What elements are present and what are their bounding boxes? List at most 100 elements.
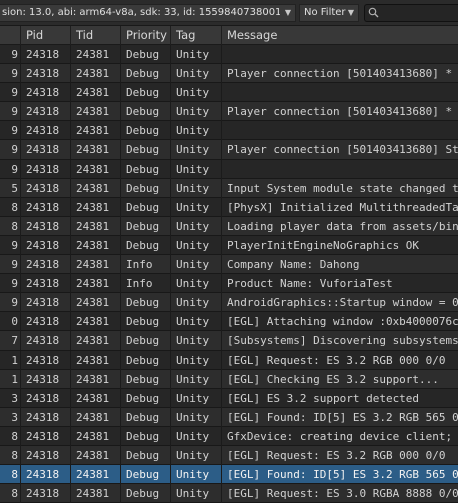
column-header-tag[interactable]: Tag: [171, 26, 222, 45]
log-row[interactable]: 3 24318 24381 Debug Unity [EGL] ES 3.2 suppor…: [0, 388, 458, 408]
log-row[interactable]: 8 24318 24381 Debug Unity Loading player data…: [0, 216, 458, 236]
log-priority-cell: Info: [121, 255, 171, 275]
log-time-cell: 0: [0, 312, 21, 332]
log-tag-cell: Unity: [171, 293, 222, 313]
log-row[interactable]: 9 24318 24381 Debug Unity PlayerInitEngineNoG…: [0, 235, 458, 256]
log-row[interactable]: 9 24318 24381 Debug Unity Player connection […: [0, 140, 458, 160]
log-priority-cell: Debug: [121, 388, 171, 408]
log-tag-cell: Unity: [171, 426, 222, 446]
log-tag-cell: Unity: [171, 388, 222, 408]
log-priority-cell: Debug: [121, 312, 171, 332]
log-message-cell: [EGL] Found: ID[5] ES 3.2 RGB 565 0/0: [227, 410, 458, 424]
log-row[interactable]: 9 24318 24381 Debug Unity AndroidGraphics::St…: [0, 293, 458, 313]
log-row[interactable]: 1 24318 24381 Debug Unity [EGL] Request: ES 3…: [0, 350, 458, 370]
log-tag-cell: Unity: [171, 159, 222, 179]
log-row[interactable]: 8 24318 24381 Debug Unity [EGL] Request: ES 3…: [0, 445, 458, 466]
log-tid-cell: 24381: [71, 255, 121, 275]
log-tag-cell: Unity: [171, 484, 222, 503]
log-message-cell: Loading player data from assets/bin/Dat: [227, 219, 458, 233]
log-message-cell: Player connection [501403413680] Starte: [227, 143, 458, 157]
log-pid-cell: 24318: [21, 102, 71, 122]
log-tid-cell: 24381: [71, 83, 121, 103]
filter-dropdown[interactable]: No Filter ▼: [299, 4, 359, 22]
log-time-cell: 8: [0, 197, 21, 217]
log-row[interactable]: 9 24318 24381 Debug Unity: [0, 45, 458, 65]
log-message-cell: Input System module state changed to: I: [227, 181, 458, 195]
log-row[interactable]: 3 24318 24381 Debug Unity [EGL] Found: ID[5] …: [0, 407, 458, 427]
log-priority-cell: Debug: [121, 121, 171, 141]
column-header-tid[interactable]: Tid: [71, 26, 121, 45]
log-priority-cell: Debug: [121, 83, 171, 103]
log-time-cell: 3: [0, 388, 21, 408]
log-priority-cell: Debug: [121, 484, 171, 503]
log-time-cell: 9: [0, 45, 21, 64]
log-time-cell: 8: [0, 216, 21, 236]
search-icon: [368, 7, 379, 18]
log-pid-cell: 24318: [21, 235, 71, 255]
log-priority-cell: Debug: [121, 197, 171, 217]
log-row[interactable]: 8 24318 24381 Debug Unity [PhysX] Initialized…: [0, 197, 458, 217]
log-time-cell: 9: [0, 102, 21, 122]
log-tag-cell: Unity: [171, 178, 222, 198]
log-row[interactable]: 9 24318 24381 Debug Unity Player connection […: [0, 64, 458, 84]
log-pid-cell: 24318: [21, 312, 71, 332]
log-table-body: 9 24318 24381 Debug Unity 9 24318 24381 Debug Uni…: [0, 45, 458, 503]
filter-dropdown-label: No Filter: [304, 7, 346, 18]
chevron-down-icon: ▼: [284, 8, 291, 17]
log-pid-cell: 24318: [21, 121, 71, 141]
log-pid-cell: 24318: [21, 484, 71, 503]
log-pid-cell: 24318: [21, 178, 71, 198]
log-time-cell: 7: [0, 331, 21, 351]
log-tid-cell: 24381: [71, 159, 121, 179]
log-tid-cell: 24381: [71, 235, 121, 255]
log-row[interactable]: 9 24318 24381 Info Unity Product Name: Vufori…: [0, 274, 458, 294]
log-priority-cell: Debug: [121, 331, 171, 351]
log-tid-cell: 24381: [71, 331, 121, 351]
log-row[interactable]: 0 24318 24381 Debug Unity [EGL] Attaching win…: [0, 312, 458, 332]
log-row[interactable]: 5 24318 24381 Debug Unity Input System module…: [0, 178, 458, 198]
log-tag-cell: Unity: [171, 102, 222, 122]
log-tag-cell: Unity: [171, 140, 222, 160]
log-tag-cell: Unity: [171, 350, 222, 370]
column-header-priority[interactable]: Priority: [121, 26, 171, 45]
column-header-time[interactable]: [0, 26, 21, 45]
log-row[interactable]: 9 24318 24381 Info Unity Company Name: Dahong: [0, 255, 458, 275]
log-priority-cell: Debug: [121, 140, 171, 160]
log-time-cell: 5: [0, 178, 21, 198]
log-tid-cell: 24381: [71, 197, 121, 217]
log-message-cell: [222, 83, 458, 102]
log-time-cell: 9: [0, 83, 21, 103]
log-tag-cell: Unity: [171, 407, 222, 427]
log-row[interactable]: 9 24318 24381 Debug Unity: [0, 83, 458, 103]
log-tid-cell: 24381: [71, 140, 121, 160]
log-priority-cell: Debug: [121, 350, 171, 370]
log-time-cell: 9: [0, 255, 21, 275]
log-priority-cell: Debug: [121, 45, 171, 64]
log-tid-cell: 24381: [71, 445, 121, 465]
log-row[interactable]: 8 24318 24381 Debug Unity GfxDevice: creating…: [0, 426, 458, 446]
log-tid-cell: 24381: [71, 216, 121, 236]
log-row[interactable]: 8 24318 24381 Debug Unity [EGL] Found: ID[5] …: [0, 465, 458, 485]
log-tid-cell: 24381: [71, 293, 121, 313]
log-pid-cell: 24318: [21, 64, 71, 84]
column-header-pid[interactable]: Pid: [21, 26, 71, 45]
log-tid-cell: 24381: [71, 274, 121, 294]
log-row[interactable]: 7 24318 24381 Debug Unity [Subsystems] Discov…: [0, 331, 458, 351]
column-header-message[interactable]: Message: [222, 26, 458, 45]
log-row[interactable]: 1 24318 24381 Debug Unity [EGL] Checking ES 3…: [0, 369, 458, 389]
log-row[interactable]: 9 24318 24381 Debug Unity Player connection […: [0, 102, 458, 122]
log-row[interactable]: 9 24318 24381 Debug Unity: [0, 159, 458, 179]
log-tag-cell: Unity: [171, 331, 222, 351]
log-row[interactable]: 9 24318 24381 Debug Unity: [0, 121, 458, 141]
device-dropdown[interactable]: sion: 13.0, abi: arm64-v8a, sdk: 33, id:…: [0, 4, 296, 22]
log-priority-cell: Debug: [121, 407, 171, 427]
logcat-toolbar: sion: 13.0, abi: arm64-v8a, sdk: 33, id:…: [0, 0, 458, 26]
log-message-cell: [PhysX] Initialized MultithreadedTaskDi: [227, 200, 458, 214]
log-tid-cell: 24381: [71, 178, 121, 198]
log-tag-cell: Unity: [171, 465, 222, 485]
log-tid-cell: 24381: [71, 388, 121, 408]
log-row[interactable]: 8 24318 24381 Debug Unity [EGL] Request: ES 3…: [0, 484, 458, 503]
log-message-cell: [EGL] Request: ES 3.0 RGBA 8888 0/0: [227, 487, 458, 501]
log-pid-cell: 24318: [21, 331, 71, 351]
log-message-cell: [EGL] Found: ID[5] ES 3.2 RGB 565 0/0: [227, 468, 458, 482]
